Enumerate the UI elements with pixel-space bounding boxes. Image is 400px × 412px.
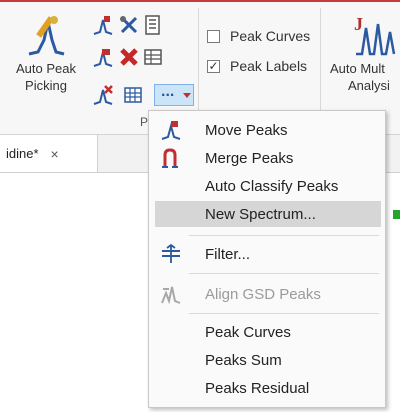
- peaks-group-label: P: [140, 115, 149, 129]
- menu-item-label: New Spectrum...: [205, 205, 316, 223]
- menu-item-peaks-residual[interactable]: Peaks Residual: [155, 375, 381, 401]
- menu-item-peaks-sum[interactable]: Peaks Sum: [155, 347, 381, 373]
- menu-item-label: Auto Classify Peaks: [205, 177, 339, 195]
- auto-multiplet-label-2: Analysi: [348, 78, 390, 93]
- peak-curves-checkbox[interactable]: Peak Curves: [207, 28, 310, 44]
- document-tab[interactable]: idine* ×: [0, 135, 98, 172]
- menu-item-label: Peak Curves: [205, 323, 291, 341]
- menu-item-merge-peaks[interactable]: Merge Peaks: [155, 145, 381, 171]
- auto-multiplet-label-1: Auto Mult: [330, 61, 385, 76]
- menu-item-label: Filter...: [205, 245, 251, 263]
- peak-curves-checkbox-label: Peak Curves: [230, 28, 311, 44]
- peak-add-icon[interactable]: [92, 46, 114, 68]
- peak-classify-icon[interactable]: [92, 84, 114, 106]
- delete-peaks-icon[interactable]: [118, 46, 140, 68]
- menu-item-peak-curves[interactable]: Peak Curves: [155, 319, 381, 345]
- peak-pick-manual-icon[interactable]: [92, 14, 114, 36]
- menu-item-label: Peaks Residual: [205, 379, 310, 397]
- more-button-label: ...: [161, 83, 175, 100]
- menu-item-label: Merge Peaks: [205, 149, 294, 167]
- more-peak-tools-dropdown[interactable]: ...: [154, 83, 194, 106]
- menu-item-move-peaks[interactable]: Move Peaks: [155, 117, 381, 143]
- menu-item-label: Peaks Sum: [205, 351, 282, 369]
- menu-separator: [189, 235, 379, 236]
- auto-peak-picking-button[interactable]: Auto Peak Picking: [14, 14, 78, 94]
- grid-table-icon[interactable]: [122, 84, 144, 106]
- menu-item-label: Align GSD Peaks: [205, 285, 321, 303]
- auto-peak-picking-icon: [28, 16, 65, 56]
- svg-text:J: J: [354, 14, 363, 34]
- peak-table-icon[interactable]: [142, 14, 164, 36]
- menu-item-label: Move Peaks: [205, 121, 288, 139]
- peaks-context-menu: Move Peaks Merge Peaks Auto Classify Pea…: [148, 110, 386, 408]
- menu-item-filter[interactable]: Filter...: [155, 241, 381, 267]
- menu-item-new-spectrum[interactable]: New Spectrum...: [155, 201, 381, 227]
- filter-icon: [155, 241, 187, 267]
- auto-multiplet-icon: J: [354, 14, 396, 56]
- peak-labels-checkbox[interactable]: ✓ Peak Labels: [207, 58, 307, 74]
- dropdown-arrow-icon: [183, 93, 191, 98]
- ribbon-separator-2: [320, 8, 321, 123]
- close-icon[interactable]: ×: [51, 146, 59, 162]
- peak-curves-checkbox-box[interactable]: [207, 29, 220, 43]
- menu-separator: [189, 313, 379, 314]
- align-gsd-icon: [155, 281, 187, 307]
- peak-tools-icon[interactable]: [118, 14, 140, 36]
- move-peaks-icon: [155, 117, 187, 143]
- menu-item-align-gsd-peaks[interactable]: Align GSD Peaks: [155, 281, 381, 307]
- peak-labels-checkbox-label: Peak Labels: [230, 58, 308, 74]
- menu-item-auto-classify-peaks[interactable]: Auto Classify Peaks: [155, 173, 381, 199]
- ribbon-separator: [198, 8, 199, 123]
- peak-list-icon[interactable]: [142, 46, 164, 68]
- auto-peak-picking-label-2: Picking: [25, 78, 67, 93]
- peak-labels-checkbox-box[interactable]: ✓: [207, 59, 220, 73]
- document-tab-label: idine*: [6, 146, 39, 161]
- spectrum-indicator: [393, 210, 400, 219]
- auto-peak-picking-label-1: Auto Peak: [16, 61, 76, 76]
- merge-peaks-icon: [155, 145, 187, 171]
- auto-multiplet-analysis-button[interactable]: J Auto Mult Analysi: [330, 14, 400, 94]
- menu-separator: [189, 273, 379, 274]
